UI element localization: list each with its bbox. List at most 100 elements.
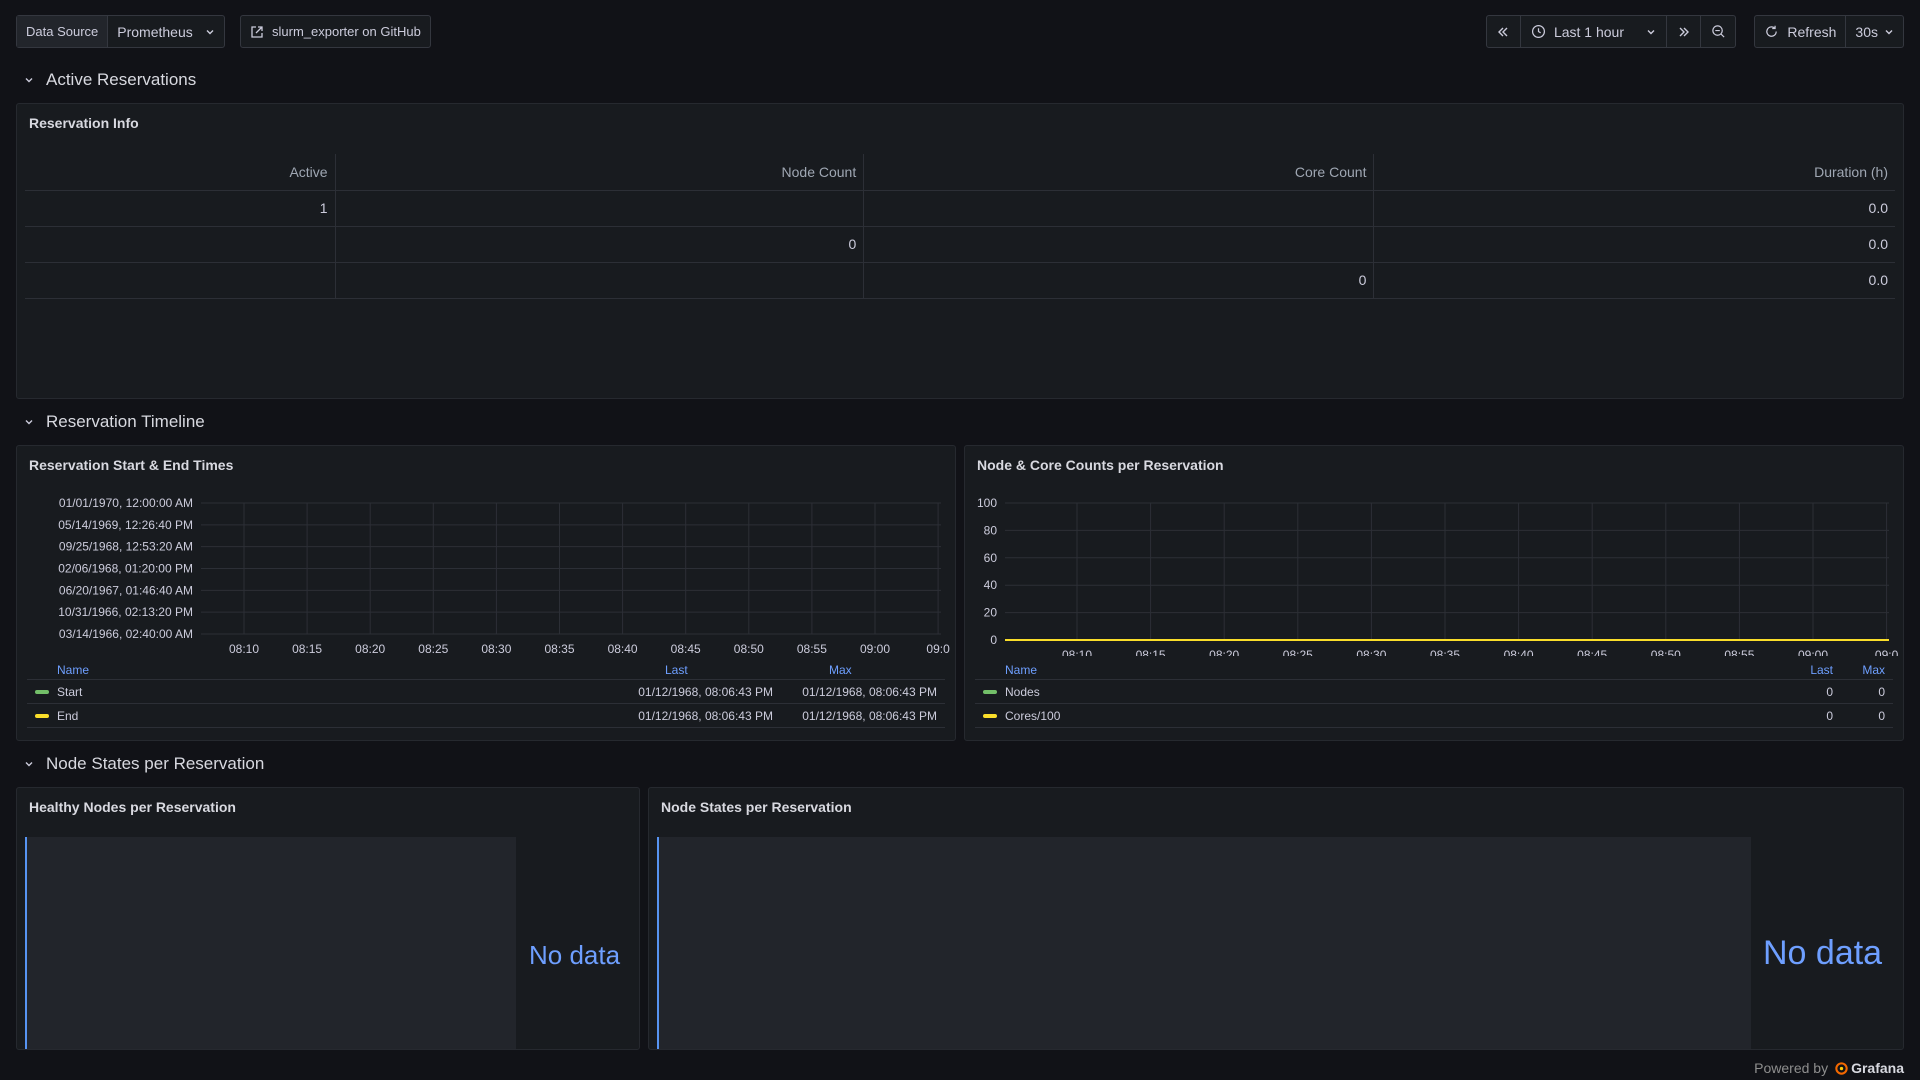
table-header-row: Active Node Count Core Count Duration (h… [25,154,1895,191]
chevron-down-icon [25,78,33,83]
x-tick-label: 08:30 [1356,648,1386,656]
row-node-states[interactable]: Node States per Reservation [24,754,264,774]
x-tick-label: 08:20 [1209,648,1239,656]
legend-col-name[interactable]: Name [27,663,665,677]
datasource-value: Prometheus [117,23,193,40]
table-cell: 0 [335,226,865,263]
y-tick-label: 02/06/1968, 01:20:00 PM [58,562,193,576]
table-cell [863,226,1375,263]
x-tick-label: 08:10 [229,642,259,656]
x-tick-label: 08:15 [1136,648,1166,656]
y-tick-label: 60 [984,551,998,565]
reservation-table: Active Node Count Core Count Duration (h… [25,154,1895,299]
github-link-label: slurm_exporter on GitHub [272,24,421,39]
legend-col-last[interactable]: Last [665,663,829,677]
powered-by-label: Powered by [1754,1060,1829,1076]
refresh-label: Refresh [1787,23,1837,40]
x-tick-label: 09:0 [1875,648,1899,656]
table-cell [335,190,865,227]
legend-col-max[interactable]: Max [1841,663,1893,677]
y-tick-label: 05/14/1969, 12:26:40 PM [58,518,193,532]
time-shift-back-button[interactable] [1487,16,1521,47]
table-cell: 1 [25,190,336,227]
column-header[interactable]: Duration (h) [1373,154,1895,191]
x-tick-label: 08:35 [544,642,574,656]
panel-title[interactable]: Healthy Nodes per Reservation [29,799,236,815]
grafana-logo-icon [1835,1061,1848,1075]
reservation-times-chart[interactable]: 01/01/1970, 12:00:00 AM 05/14/1969, 12:26… [17,446,956,656]
legend-item-start[interactable]: Start 01/12/1968, 08:06:43 PM 01/12/1968… [27,680,945,704]
panel-node-core-counts: Node & Core Counts per Reservation 100 80… [964,445,1904,741]
refresh-interval-select[interactable]: 30s [1846,16,1903,47]
column-header[interactable]: Active [25,154,336,191]
dashboard: Data Source Prometheus slurm_exporter on… [0,0,1920,1080]
table-cell [25,226,336,263]
chart-legend: Name Last Max Nodes 0 0 Cores/100 0 0 [975,661,1893,728]
chevron-down-icon [25,762,33,767]
series-max: 01/12/1968, 08:06:43 PM [802,708,937,723]
legend-item-end[interactable]: End 01/12/1968, 08:06:43 PM 01/12/1968, … [27,704,945,728]
series-name: Nodes [1005,684,1040,699]
series-name: Start [57,684,83,699]
no-data-message: No data [1763,934,1883,972]
grafana-link[interactable]: Grafana [1834,1060,1904,1076]
x-tick-label: 08:55 [797,642,827,656]
column-header[interactable]: Core Count [863,154,1375,191]
datasource-select[interactable]: Prometheus [108,16,223,47]
panel-title[interactable]: Node States per Reservation [661,799,852,815]
grafana-brand: Grafana [1851,1060,1904,1076]
table-cell [25,262,336,299]
x-tick-label: 08:25 [418,642,448,656]
sync-icon [1766,25,1778,37]
series-max: 0 [1878,684,1885,699]
legend-col-max[interactable]: Max [829,663,945,677]
x-tick-label: 08:50 [1651,648,1681,656]
time-picker: Last 1 hour [1485,15,1736,48]
node-core-counts-chart[interactable]: 100 80 60 40 20 0 08:10 08:15 08:20 08:25 08:30 08:… [965,446,1904,656]
table-cell: 0.0 [1373,226,1895,263]
bar-gauge-area [25,837,516,1049]
series-max: 01/12/1968, 08:06:43 PM [802,684,937,699]
legend-item-cores[interactable]: Cores/100 0 0 [975,704,1893,728]
github-link-button[interactable]: slurm_exporter on GitHub [240,15,431,48]
row-active-reservations[interactable]: Active Reservations [24,70,196,90]
y-tick-label: 06/20/1967, 01:46:40 AM [59,583,193,597]
dashboard-toolbar: Data Source Prometheus slurm_exporter on… [16,15,1904,48]
x-tick-label: 09:0 [926,642,950,656]
x-tick-label: 08:45 [671,642,701,656]
zoom-out-icon [1711,25,1725,38]
y-tick-label: 80 [984,523,998,537]
series-last: 0 [1826,684,1833,699]
series-last: 01/12/1968, 08:06:43 PM [638,708,773,723]
legend-item-nodes[interactable]: Nodes 0 0 [975,680,1893,704]
x-tick-label: 08:25 [1283,648,1313,656]
table-row: 0 0.0 [25,262,1895,299]
x-tick-label: 08:20 [355,642,385,656]
table-cell: 0 [863,262,1375,299]
row-reservation-timeline[interactable]: Reservation Timeline [24,412,205,432]
table-row: 1 0.0 [25,190,1895,227]
no-data-message: No data [529,940,621,970]
x-tick-label: 08:10 [1062,648,1092,656]
series-last: 01/12/1968, 08:06:43 PM [638,684,773,699]
series-color-swatch [35,713,49,718]
series-color-swatch [983,713,997,718]
chevron-down-icon [25,420,33,425]
panel-node-states: Node States per Reservation No data [648,787,1904,1050]
refresh-button[interactable]: Refresh [1755,16,1847,47]
panel-title[interactable]: Reservation Info [29,115,139,131]
x-tick-label: 08:40 [1504,648,1534,656]
column-header[interactable]: Node Count [335,154,865,191]
row-title: Node States per Reservation [46,754,265,773]
series-last: 0 [1826,708,1833,723]
legend-col-last[interactable]: Last [1777,663,1841,677]
external-link-icon [251,25,263,38]
time-range-button[interactable]: Last 1 hour [1521,16,1667,47]
time-shift-forward-button[interactable] [1667,16,1701,47]
zoom-out-button[interactable] [1701,16,1735,47]
y-tick-label: 20 [984,606,998,620]
refresh-picker: Refresh 30s [1754,15,1904,48]
y-tick-label: 03/14/1966, 02:40:00 AM [59,627,193,641]
legend-col-name[interactable]: Name [975,663,1777,677]
series-name: End [57,708,79,723]
